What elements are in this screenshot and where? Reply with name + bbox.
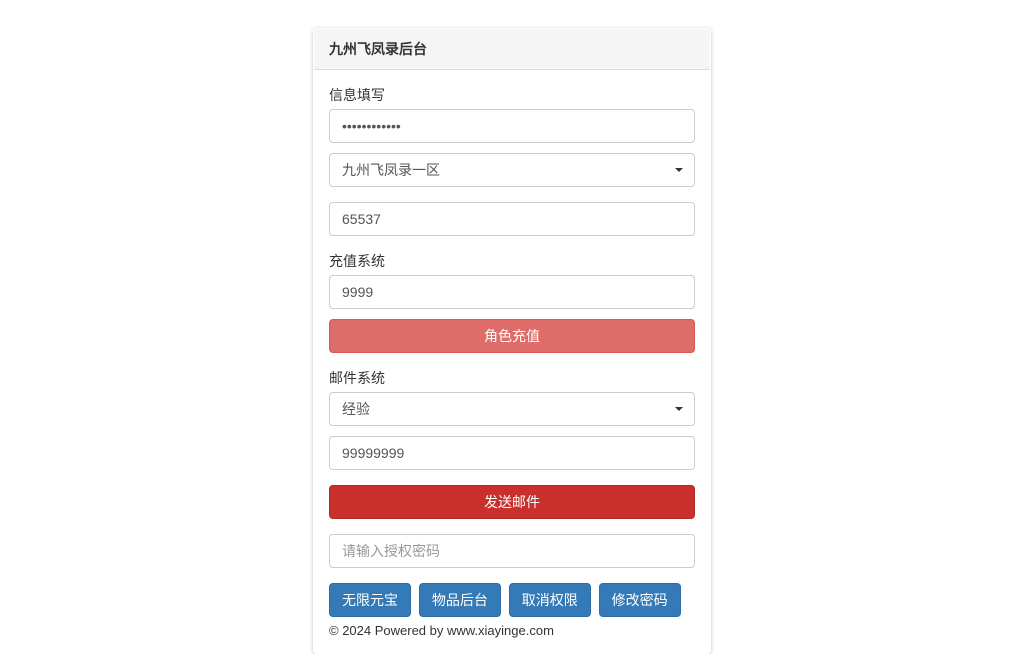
- server-group: 九州飞凤录一区: [329, 153, 695, 187]
- password-input[interactable]: [329, 109, 695, 143]
- action-button-row: 无限元宝 物品后台 取消权限 修改密码: [329, 583, 695, 617]
- item-backend-button[interactable]: 物品后台: [419, 583, 501, 617]
- unlimited-gold-button[interactable]: 无限元宝: [329, 583, 411, 617]
- mail-label: 邮件系统: [329, 368, 695, 388]
- admin-panel: 九州飞凤录后台 信息填写 九州飞凤录一区 充值系统 角色充值: [313, 28, 711, 654]
- info-label: 信息填写: [329, 85, 695, 105]
- panel-heading: 九州飞凤录后台: [314, 29, 710, 70]
- recharge-group: 充值系统: [329, 251, 695, 309]
- mail-qty-input[interactable]: [329, 436, 695, 470]
- change-password-button[interactable]: 修改密码: [599, 583, 681, 617]
- mail-group: 邮件系统 经验: [329, 368, 695, 426]
- server-select[interactable]: 九州飞凤录一区: [329, 153, 695, 187]
- recharge-button-group: 角色充值: [329, 319, 695, 353]
- cancel-auth-button[interactable]: 取消权限: [509, 583, 591, 617]
- auth-group: [329, 534, 695, 568]
- mail-qty-group: [329, 436, 695, 470]
- recharge-label: 充值系统: [329, 251, 695, 271]
- mail-type-select[interactable]: 经验: [329, 392, 695, 426]
- auth-password-input[interactable]: [329, 534, 695, 568]
- number-input[interactable]: [329, 202, 695, 236]
- recharge-amount-input[interactable]: [329, 275, 695, 309]
- recharge-button[interactable]: 角色充值: [329, 319, 695, 353]
- number-group: [329, 202, 695, 236]
- mail-button-group: 发送邮件: [329, 485, 695, 519]
- panel-title: 九州飞凤录后台: [329, 41, 427, 57]
- footer-text: © 2024 Powered by www.xiayinge.com: [329, 623, 695, 638]
- panel-body: 信息填写 九州飞凤录一区 充值系统 角色充值 邮件系统: [314, 70, 710, 653]
- info-group: 信息填写: [329, 85, 695, 143]
- send-mail-button[interactable]: 发送邮件: [329, 485, 695, 519]
